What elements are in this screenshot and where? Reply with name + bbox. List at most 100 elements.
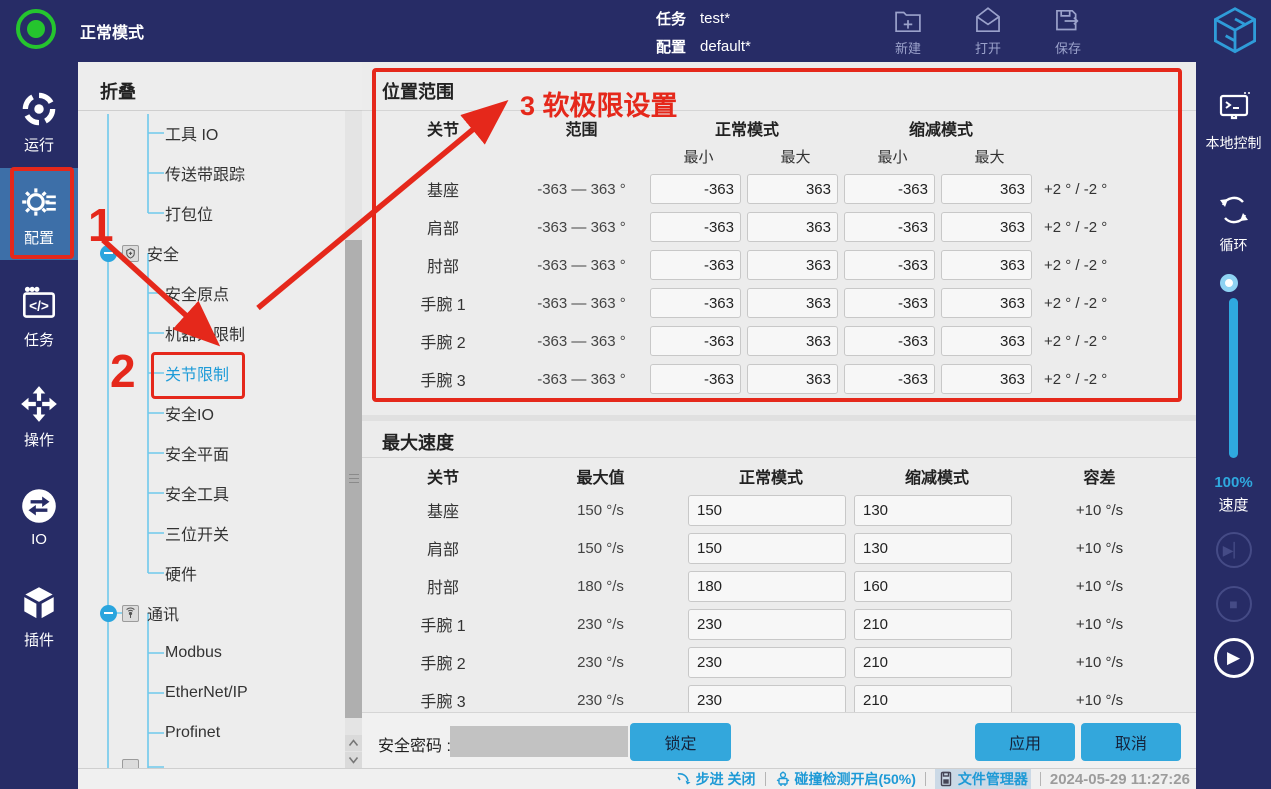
reduced-min-input[interactable] bbox=[844, 174, 935, 204]
tree-item-joint-limits[interactable]: 关节限制 bbox=[165, 361, 229, 385]
cancel-button[interactable]: 取消 bbox=[1081, 723, 1181, 761]
reduced-speed-input[interactable] bbox=[854, 685, 1012, 716]
tree-item-safety[interactable]: 安全 bbox=[122, 241, 179, 265]
normal-min-input[interactable] bbox=[650, 326, 741, 356]
tree-item-safety-plane[interactable]: 安全平面 bbox=[165, 441, 229, 465]
table-row: 肩部 -363 — 363 ° +2 ° / -2 ° bbox=[373, 208, 1179, 246]
tree-item-tool-io[interactable]: 工具 IO bbox=[165, 121, 218, 145]
reduced-max-input[interactable] bbox=[941, 250, 1032, 280]
normal-speed-input[interactable] bbox=[688, 685, 846, 716]
reduced-speed-input[interactable] bbox=[854, 571, 1012, 602]
normal-max-input[interactable] bbox=[747, 174, 838, 204]
speed-percent-value: 100% bbox=[1196, 474, 1271, 491]
tree-item-profinet[interactable]: Profinet bbox=[165, 721, 220, 745]
tree-scrollbar-thumb[interactable] bbox=[345, 240, 362, 718]
normal-speed-input[interactable] bbox=[688, 647, 846, 678]
reduced-min-input[interactable] bbox=[844, 212, 935, 242]
collision-detection-toggle[interactable]: 碰撞检测开启(50%) bbox=[775, 769, 916, 789]
collapse-toggle-safety[interactable] bbox=[100, 245, 117, 262]
normal-max-input[interactable] bbox=[747, 250, 838, 280]
tree-item-ethernet-ip[interactable]: EtherNet/IP bbox=[165, 681, 248, 705]
normal-speed-input[interactable] bbox=[688, 571, 846, 602]
file-manager-label: 文件管理器 bbox=[958, 769, 1028, 789]
table-row: 手腕 2 230 °/s +10 °/s bbox=[373, 643, 1179, 681]
tree-item-modbus[interactable]: Modbus bbox=[165, 641, 222, 665]
tolerance-value: +10 °/s bbox=[1020, 578, 1179, 595]
sidebar-item-plugin[interactable]: 插件 bbox=[0, 570, 78, 662]
local-control-button[interactable]: 本地控制 bbox=[1196, 88, 1271, 153]
sidebar-item-config[interactable]: 配置 bbox=[0, 168, 78, 260]
password-label: 安全密码 : bbox=[378, 732, 451, 756]
clock-timestamp: 2024-05-29 11:27:26 bbox=[1050, 771, 1190, 788]
speed-slider-track[interactable] bbox=[1229, 298, 1238, 458]
tree-item-label: 工具 IO bbox=[165, 121, 218, 145]
apply-button[interactable]: 应用 bbox=[975, 723, 1075, 761]
normal-min-input[interactable] bbox=[650, 250, 741, 280]
app-logo bbox=[1207, 4, 1263, 58]
local-control-label: 本地控制 bbox=[1206, 133, 1262, 153]
normal-min-input[interactable] bbox=[650, 364, 741, 394]
cycle-button[interactable]: 循环 bbox=[1196, 190, 1271, 255]
splitter-grip[interactable] bbox=[349, 474, 359, 483]
tree-item-communication[interactable]: 通讯 bbox=[122, 601, 179, 625]
tree-item-safety-io[interactable]: 安全IO bbox=[165, 401, 214, 425]
tree-scroll-down-button[interactable] bbox=[345, 752, 362, 768]
normal-speed-input[interactable] bbox=[688, 495, 846, 526]
normal-max-input[interactable] bbox=[747, 364, 838, 394]
normal-max-input[interactable] bbox=[747, 326, 838, 356]
tree-item-safety-tool[interactable]: 安全工具 bbox=[165, 481, 229, 505]
reduced-min-input[interactable] bbox=[844, 326, 935, 356]
sidebar-item-task[interactable]: </> 任务 bbox=[0, 270, 78, 362]
reduced-min-input[interactable] bbox=[844, 288, 935, 318]
normal-min-input[interactable] bbox=[650, 174, 741, 204]
table-row: 手腕 1 230 °/s +10 °/s bbox=[373, 605, 1179, 643]
tree-item-robot-limits[interactable]: 机器人限制 bbox=[165, 321, 245, 345]
save-button[interactable]: 保存 bbox=[1040, 4, 1096, 57]
reduced-max-input[interactable] bbox=[941, 212, 1032, 242]
collapse-toggle-communication[interactable] bbox=[100, 605, 117, 622]
table-row: 肘部 180 °/s +10 °/s bbox=[373, 567, 1179, 605]
sidebar-item-operate[interactable]: 操作 bbox=[0, 370, 78, 462]
normal-speed-input[interactable] bbox=[688, 609, 846, 640]
open-label: 打开 bbox=[975, 38, 1001, 57]
reduced-speed-input[interactable] bbox=[854, 495, 1012, 526]
stop-button[interactable]: ■ bbox=[1216, 586, 1252, 622]
joint-range: -363 — 363 ° bbox=[513, 219, 650, 236]
step-mode-toggle[interactable]: 步进 关闭 bbox=[676, 769, 756, 789]
reduced-speed-input[interactable] bbox=[854, 647, 1012, 678]
safety-footer: 安全密码 : 锁定 应用 取消 bbox=[362, 712, 1196, 768]
col-joint: 关节 bbox=[373, 464, 513, 488]
reduced-max-input[interactable] bbox=[941, 288, 1032, 318]
tree-scroll-up-button[interactable] bbox=[345, 735, 362, 751]
lock-button[interactable]: 锁定 bbox=[630, 723, 731, 761]
reduced-max-input[interactable] bbox=[941, 174, 1032, 204]
open-button[interactable]: 打开 bbox=[960, 4, 1016, 57]
normal-max-input[interactable] bbox=[747, 212, 838, 242]
reduced-max-input[interactable] bbox=[941, 364, 1032, 394]
reduced-min-input[interactable] bbox=[844, 250, 935, 280]
reduced-speed-input[interactable] bbox=[854, 609, 1012, 640]
gear-icon bbox=[18, 181, 60, 223]
sidebar-item-run[interactable]: 运行 bbox=[0, 75, 78, 167]
reduced-max-input[interactable] bbox=[941, 326, 1032, 356]
reduced-min-input[interactable] bbox=[844, 364, 935, 394]
speed-slider-handle[interactable] bbox=[1220, 274, 1238, 292]
new-button[interactable]: 新建 bbox=[880, 4, 936, 57]
password-input[interactable] bbox=[450, 726, 628, 757]
normal-max-input[interactable] bbox=[747, 288, 838, 318]
normal-min-input[interactable] bbox=[650, 212, 741, 242]
tree-item-three-position-switch[interactable]: 三位开关 bbox=[165, 521, 229, 545]
normal-min-input[interactable] bbox=[650, 288, 741, 318]
play-button[interactable]: ▶ bbox=[1214, 638, 1254, 678]
sidebar-item-io[interactable]: IO bbox=[0, 470, 78, 562]
file-manager-button[interactable]: 文件管理器 bbox=[935, 769, 1031, 789]
normal-speed-input[interactable] bbox=[688, 533, 846, 564]
tree-item-hardware[interactable]: 硬件 bbox=[165, 561, 197, 585]
tree-collapse-header[interactable]: 折叠 bbox=[100, 78, 136, 104]
tree-item-safety-home[interactable]: 安全原点 bbox=[165, 281, 229, 305]
step-forward-button[interactable]: ▶▏ bbox=[1216, 532, 1252, 568]
joint-name: 手腕 3 bbox=[373, 688, 513, 712]
tree-item-conveyor-tracking[interactable]: 传送带跟踪 bbox=[165, 161, 245, 185]
tree-item-packing-position[interactable]: 打包位 bbox=[165, 201, 213, 225]
reduced-speed-input[interactable] bbox=[854, 533, 1012, 564]
